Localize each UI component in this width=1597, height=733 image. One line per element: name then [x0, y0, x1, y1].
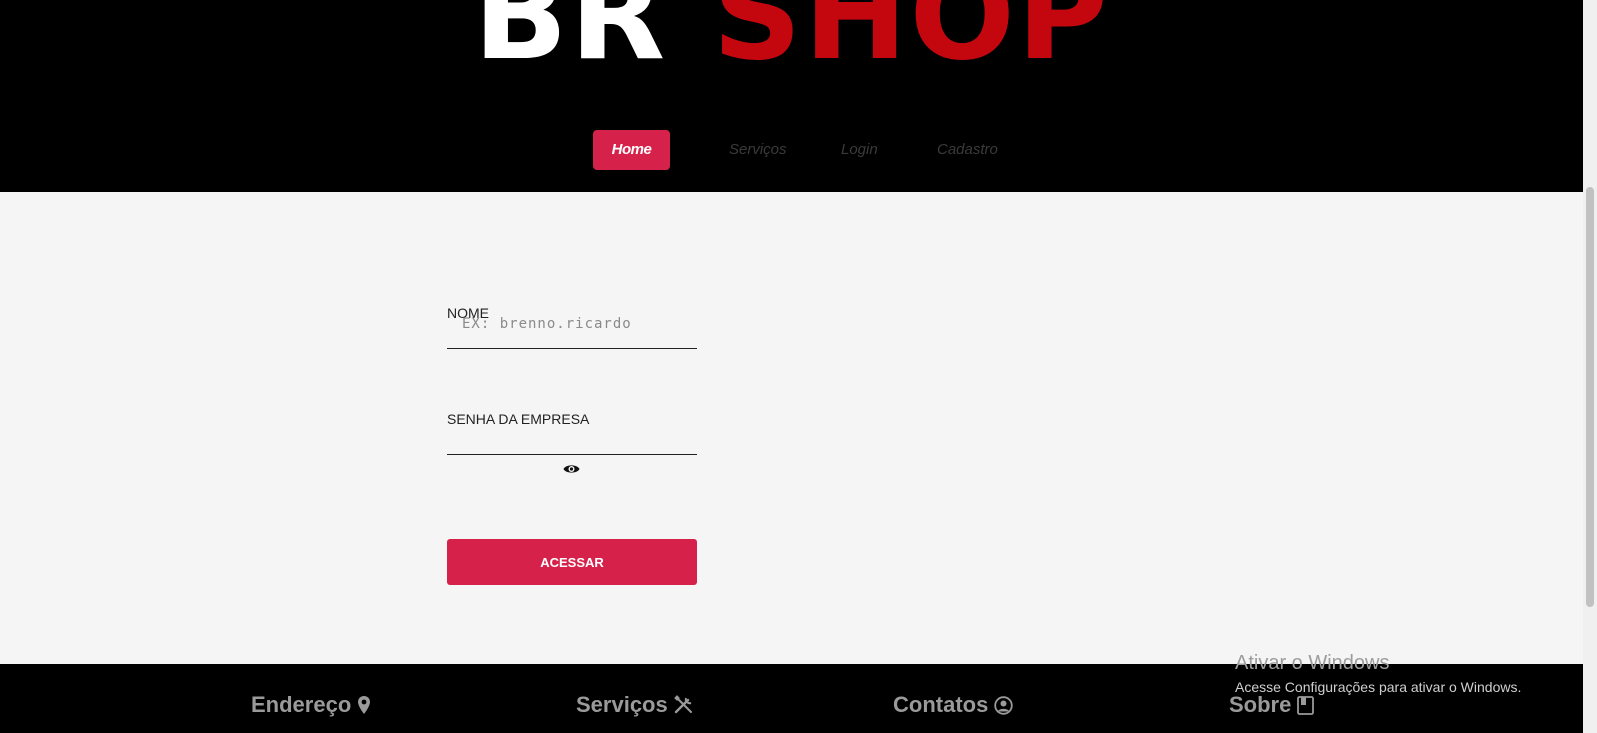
page-scrollbar[interactable]	[1583, 0, 1597, 733]
user-circle-icon	[994, 695, 1014, 715]
acessar-button[interactable]: ACESSAR	[447, 539, 697, 585]
logo-text-br: BR	[473, 0, 668, 88]
nav-item-servicos[interactable]: Serviços	[729, 130, 787, 170]
footer-label-servicos: Serviços	[576, 692, 668, 717]
footer-label-endereco: Endereço	[251, 692, 352, 717]
senha-input[interactable]	[447, 430, 697, 450]
eye-icon[interactable]	[563, 462, 580, 480]
login-form: NOME SENHA DA EMPRESA ACESSAR	[0, 192, 1583, 664]
windows-activation-title: Ativar o Windows	[1235, 652, 1390, 674]
nome-underline	[447, 348, 697, 349]
site-logo[interactable]: BR SHOP	[0, 0, 1583, 78]
site-header: BR SHOP Home Serviços Login Cadastro	[0, 0, 1583, 192]
footer-item-contatos[interactable]: Contatos	[893, 692, 1014, 718]
main-nav: Home Serviços Login Cadastro	[0, 130, 1583, 170]
logo-text-shop: SHOP	[712, 0, 1110, 88]
nav-item-cadastro[interactable]: Cadastro	[937, 130, 998, 170]
scrollbar-thumb[interactable]	[1586, 187, 1594, 607]
nome-input[interactable]	[462, 314, 692, 334]
footer-label-sobre: Sobre	[1229, 692, 1292, 717]
book-icon	[1297, 695, 1315, 715]
senha-label: SENHA DA EMPRESA	[447, 411, 590, 427]
map-pin-icon	[357, 695, 371, 715]
windows-activation-subtitle: Acesse Configurações para ativar o Windo…	[1235, 679, 1522, 695]
nav-item-login[interactable]: Login	[841, 130, 878, 170]
tools-icon	[673, 695, 694, 715]
senha-underline	[447, 454, 697, 455]
footer-item-endereco[interactable]: Endereço	[251, 692, 371, 718]
footer-item-servicos[interactable]: Serviços	[576, 692, 694, 718]
footer-label-contatos: Contatos	[893, 692, 989, 717]
nav-item-home[interactable]: Home	[593, 130, 670, 170]
footer-item-sobre[interactable]: Sobre	[1229, 692, 1315, 718]
